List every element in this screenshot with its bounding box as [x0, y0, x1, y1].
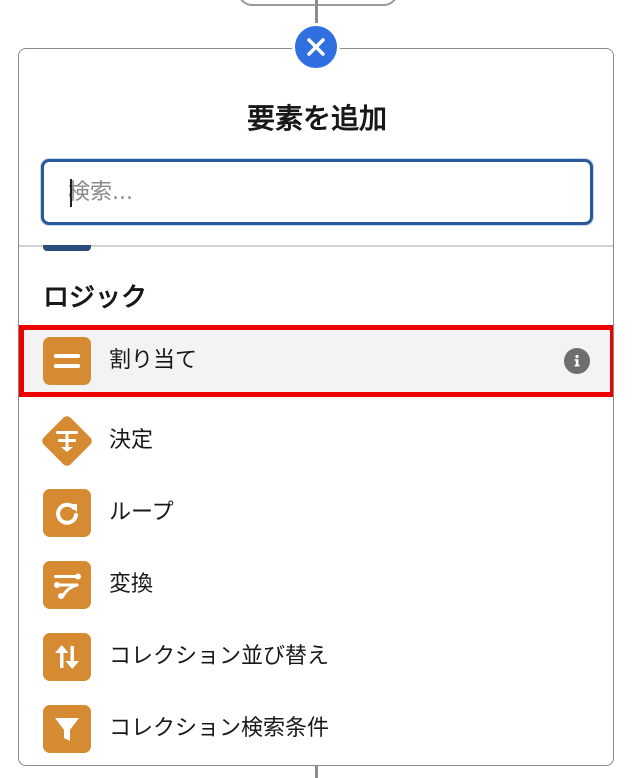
previous-item-icon-peek — [43, 245, 91, 251]
element-item-loop[interactable]: ループ — [19, 477, 613, 549]
section-heading-logic: ロジック — [43, 283, 148, 313]
search-input[interactable] — [44, 162, 590, 222]
connector-line-bottom — [315, 764, 318, 778]
element-item-transform[interactable]: 変換 — [19, 549, 613, 621]
loop-icon — [43, 489, 91, 537]
element-item-collection-filter[interactable]: コレクション検索条件 — [19, 693, 613, 765]
element-item-label: コレクション検索条件 — [109, 716, 330, 741]
collection-filter-icon — [43, 705, 91, 753]
previous-flow-node[interactable] — [238, 0, 398, 6]
element-item-label: コレクション並び替え — [109, 644, 330, 669]
panel-title: 要素を追加 — [246, 102, 387, 135]
text-caret — [70, 179, 72, 207]
element-item-label: 決定 — [109, 428, 154, 453]
assignment-icon — [43, 337, 91, 385]
transform-icon — [43, 561, 91, 609]
decision-icon — [40, 414, 94, 468]
element-item-label: ループ — [109, 500, 174, 525]
search-field[interactable] — [41, 159, 593, 225]
element-item-label: 変換 — [109, 572, 154, 597]
element-item-label: 割り当て — [109, 348, 198, 373]
info-icon[interactable] — [564, 348, 590, 374]
element-item-assignment[interactable]: 割り当て — [19, 325, 613, 397]
element-item-decision[interactable]: 決定 — [19, 405, 613, 477]
collection-sort-icon — [43, 633, 91, 681]
divider — [19, 245, 613, 247]
element-item-collection-sort[interactable]: コレクション並び替え — [19, 621, 613, 693]
close-icon — [307, 38, 325, 56]
close-button[interactable] — [292, 23, 340, 71]
add-element-panel: 要素を追加 ロジック 割り当て — [18, 48, 614, 766]
